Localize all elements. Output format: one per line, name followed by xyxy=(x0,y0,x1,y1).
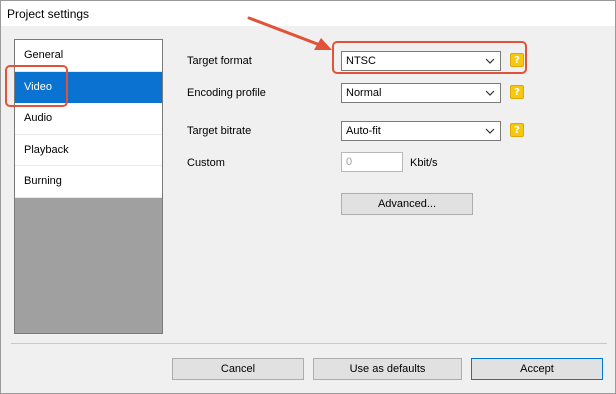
help-icon[interactable]: ? xyxy=(510,85,524,99)
sidebar-item-label: Playback xyxy=(24,143,69,156)
annotation-highlight-target-format xyxy=(332,41,527,74)
target-format-label: Target format xyxy=(187,55,252,67)
footer-divider xyxy=(11,343,607,344)
encoding-profile-label: Encoding profile xyxy=(187,87,266,99)
sidebar-item-audio[interactable]: Audio xyxy=(15,103,162,135)
sidebar-item-burning[interactable]: Burning xyxy=(15,166,162,198)
sidebar-item-label: Audio xyxy=(24,112,53,124)
target-bitrate-select[interactable]: Auto-fit xyxy=(341,121,501,141)
custom-unit-label: Kbit/s xyxy=(410,157,438,169)
chevron-down-icon xyxy=(485,90,495,96)
target-bitrate-label: Target bitrate xyxy=(187,125,252,137)
sidebar-item-playback[interactable]: Playback xyxy=(15,134,162,166)
chevron-down-icon xyxy=(485,128,495,134)
advanced-button[interactable]: Advanced... xyxy=(341,193,473,215)
accept-button[interactable]: Accept xyxy=(471,358,603,380)
encoding-profile-value: Normal xyxy=(346,87,382,99)
encoding-profile-select[interactable]: Normal xyxy=(341,83,501,103)
custom-bitrate-input[interactable]: 0 xyxy=(341,152,403,172)
dialog-titlebar: Project settings xyxy=(1,1,615,26)
use-as-defaults-button[interactable]: Use as defaults xyxy=(313,358,462,380)
custom-label: Custom xyxy=(187,157,225,169)
target-bitrate-value: Auto-fit xyxy=(346,125,381,137)
annotation-highlight-video xyxy=(5,65,68,107)
sidebar-item-label: Burning xyxy=(24,175,62,187)
sidebar-item-label: General xyxy=(24,49,64,61)
cancel-button[interactable]: Cancel xyxy=(172,358,304,380)
settings-nav-list: General Video Audio Playback Burning xyxy=(15,40,162,198)
help-icon[interactable]: ? xyxy=(510,123,524,137)
dialog-title: Project settings xyxy=(7,7,90,21)
